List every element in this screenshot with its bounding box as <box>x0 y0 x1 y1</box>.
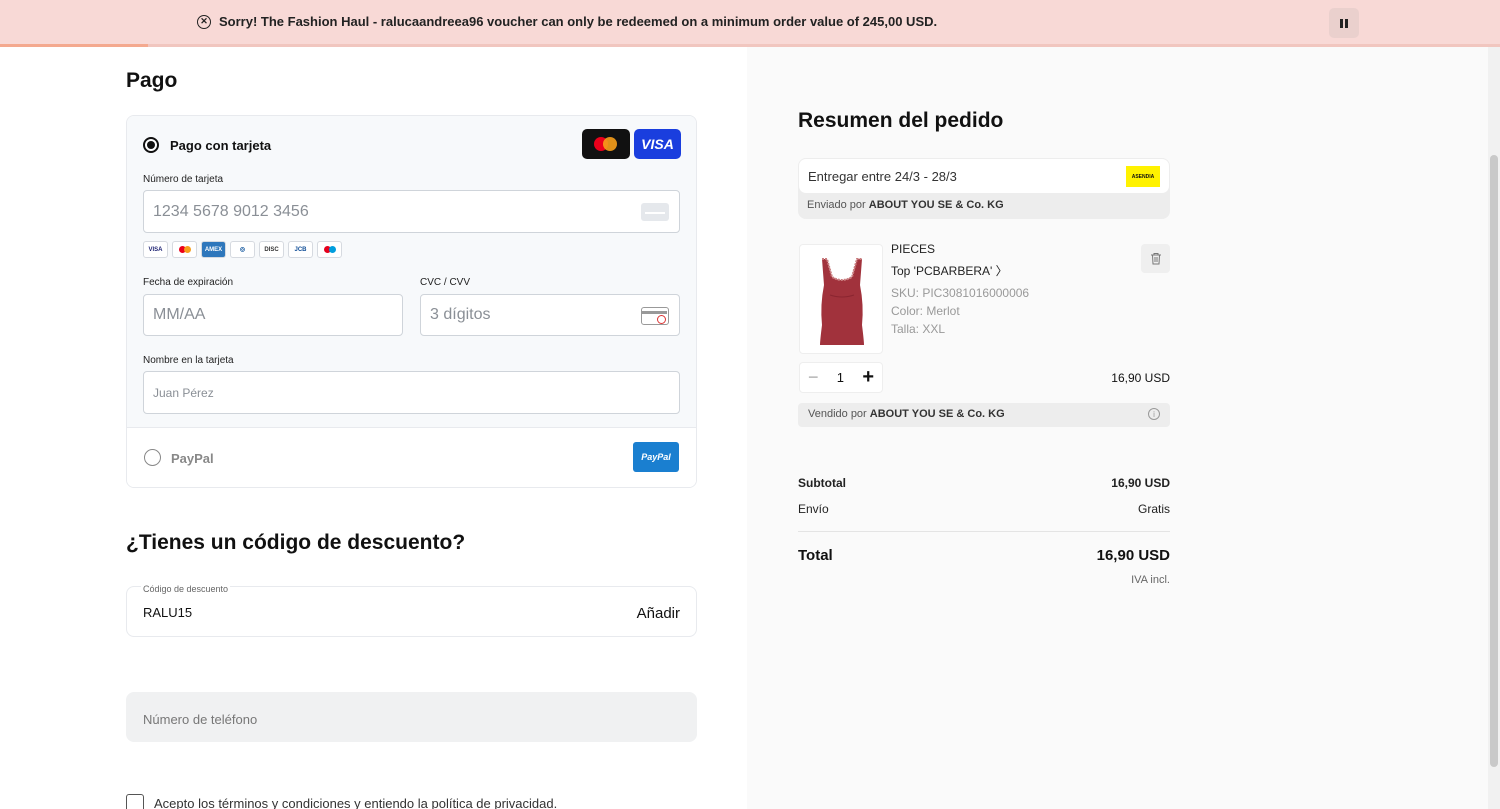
subtotal-label: Subtotal <box>798 476 846 490</box>
shipped-by-name: ABOUT YOU SE & Co. KG <box>868 199 1004 211</box>
item-price: 16,90 USD <box>1111 371 1170 385</box>
maestro-brand-icon <box>317 241 342 258</box>
cvc-card-icon <box>641 307 669 325</box>
product-brand: PIECES <box>891 242 936 256</box>
discount-code-value[interactable]: RALU15 <box>143 605 192 620</box>
pause-button[interactable] <box>1329 8 1359 38</box>
error-banner: ✕ Sorry! The Fashion Haul - ralucaandree… <box>0 0 1500 47</box>
card-option-label[interactable]: Pago con tarjeta <box>170 138 271 153</box>
credit-card-icon <box>641 203 669 221</box>
card-number-placeholder: 1234 5678 9012 3456 <box>153 202 309 220</box>
increase-quantity-button[interactable]: + <box>862 366 874 389</box>
decrease-quantity-button[interactable]: − <box>808 367 819 388</box>
expiry-label: Fecha de expiración <box>143 277 234 288</box>
phone-field[interactable]: Número de teléfono <box>126 692 697 742</box>
visa-brand-icon: VISA <box>143 241 168 258</box>
expiry-placeholder: MM/AA <box>153 306 206 323</box>
payment-title: Pago <box>126 69 178 92</box>
cvc-label: CVC / CVV <box>420 277 471 288</box>
accepted-brands: VISA AMEX ◎ DISC JCB <box>143 241 342 258</box>
shipping-label: Envío <box>798 502 829 516</box>
jcb-brand-icon: JCB <box>288 241 313 258</box>
scrollbar-thumb[interactable] <box>1490 155 1498 767</box>
subtotal-row: Subtotal 16,90 USD <box>798 476 1170 490</box>
paypal-radio[interactable] <box>144 449 161 466</box>
cardholder-name-label: Nombre en la tarjeta <box>143 355 234 366</box>
card-number-field[interactable]: 1234 5678 9012 3456 <box>143 190 680 233</box>
terms-label[interactable]: Acepto los términos y condiciones y enti… <box>154 796 557 809</box>
shipped-by: Enviado por ABOUT YOU SE & Co. KG <box>807 199 1004 211</box>
total-value: 16,90 USD <box>1096 547 1170 564</box>
delivery-dates: Entregar entre 24/3 - 28/3 <box>808 169 957 184</box>
sold-by-name: ABOUT YOU SE & Co. KG <box>869 408 1005 420</box>
carrier-logo: ASENDIA <box>1126 166 1160 187</box>
paypal-logo: PayPal <box>633 442 679 472</box>
shipping-value: Gratis <box>1137 502 1170 516</box>
add-discount-button[interactable]: Añadir <box>637 605 680 622</box>
paypal-option[interactable]: PayPal PayPal <box>127 428 696 487</box>
terms-checkbox[interactable] <box>126 794 144 809</box>
shipping-row: Envío Gratis <box>798 502 1170 516</box>
payment-methods: Pago con tarjeta VISA Número de tarjeta … <box>126 115 697 488</box>
banner-progress <box>0 44 148 47</box>
banner-message: Sorry! The Fashion Haul - ralucaandreea9… <box>219 14 938 29</box>
delivery-card: Entregar entre 24/3 - 28/3 ASENDIA Envia… <box>798 158 1170 219</box>
pause-icon <box>1340 18 1343 28</box>
delivery-window: Entregar entre 24/3 - 28/3 ASENDIA <box>799 159 1169 193</box>
mastercard-brand-icon <box>172 241 197 258</box>
total-row: Total 16,90 USD <box>798 547 1170 564</box>
discount-code-field[interactable]: Código de descuento RALU15 Añadir <box>126 584 697 637</box>
quantity-stepper: − 1 + <box>799 362 883 393</box>
sold-by-prefix: Vendido por <box>808 408 867 420</box>
total-label: Total <box>798 547 833 564</box>
discover-brand-icon: DISC <box>259 241 284 258</box>
amex-brand-icon: AMEX <box>201 241 226 258</box>
terms-row: Acepto los términos y condiciones y enti… <box>126 794 557 809</box>
discount-title: ¿Tienes un código de descuento? <box>126 531 466 554</box>
product-image[interactable] <box>799 244 883 354</box>
phone-placeholder: Número de teléfono <box>143 712 258 727</box>
info-icon[interactable]: i <box>1148 408 1160 420</box>
summary-divider <box>798 531 1170 532</box>
diners-brand-icon: ◎ <box>230 241 255 258</box>
shipped-by-prefix: Enviado por <box>807 199 866 211</box>
tax-note: IVA incl. <box>1131 574 1170 586</box>
cvc-placeholder: 3 dígitos <box>430 306 491 323</box>
cardholder-name-field[interactable]: Juan Pérez <box>143 371 680 414</box>
summary-title: Resumen del pedido <box>798 109 1004 132</box>
tank-top-illustration <box>820 258 864 345</box>
card-payment-section: Pago con tarjeta VISA Número de tarjeta … <box>127 116 696 428</box>
paypal-label[interactable]: PayPal <box>171 451 214 466</box>
trash-icon <box>1150 253 1161 265</box>
mastercard-logo <box>582 129 630 159</box>
cvc-field[interactable]: 3 dígitos <box>420 294 680 336</box>
product-name-link[interactable]: Top 'PCBARBERA' 〉 <box>891 262 1008 279</box>
sold-by: Vendido por ABOUT YOU SE & Co. KG i <box>798 403 1170 427</box>
cardholder-name-placeholder: Juan Pérez <box>153 385 214 400</box>
quantity-value: 1 <box>836 370 845 385</box>
expiry-field[interactable]: MM/AA <box>143 294 403 336</box>
visa-logo: VISA <box>634 129 681 159</box>
remove-item-button[interactable] <box>1141 244 1170 273</box>
subtotal-value: 16,90 USD <box>1111 476 1170 490</box>
banner-message-row: ✕ Sorry! The Fashion Haul - ralucaandree… <box>197 14 937 29</box>
card-number-label: Número de tarjeta <box>143 174 224 185</box>
pause-icon-bar <box>1345 18 1348 28</box>
product-size: Talla: XXL <box>891 322 946 336</box>
product-color: Color: Merlot <box>891 304 960 318</box>
product-sku: SKU: PIC3081016000006 <box>891 286 1030 300</box>
x-circle-icon[interactable]: ✕ <box>197 14 211 29</box>
discount-field-label: Código de descuento <box>141 584 231 594</box>
card-radio[interactable] <box>143 137 159 153</box>
